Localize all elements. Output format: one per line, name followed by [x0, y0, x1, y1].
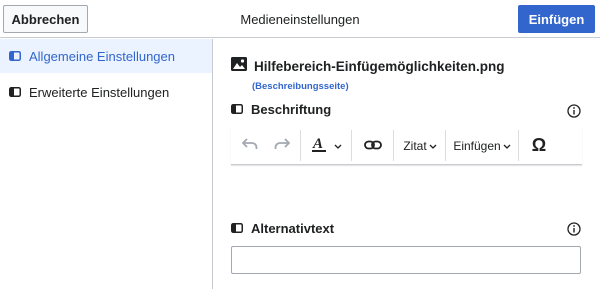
- dialog-title: Medieneinstellungen: [240, 11, 360, 27]
- panel-icon: [231, 221, 243, 236]
- caption-label: Beschriftung: [251, 102, 332, 117]
- image-icon: [231, 57, 247, 76]
- text-style-icon: A: [312, 136, 330, 155]
- cite-button[interactable]: Zitat: [397, 127, 443, 164]
- info-icon[interactable]: [567, 222, 581, 236]
- toolbar-separator: [351, 130, 352, 161]
- link-button[interactable]: [357, 127, 389, 164]
- caption-heading: Beschriftung: [231, 102, 331, 117]
- sidebar-item-general-settings[interactable]: Allgemeine Einstellungen: [0, 39, 212, 73]
- insert-menu-label: Einfügen: [453, 138, 501, 153]
- insert-menu-button[interactable]: Einfügen: [449, 127, 515, 164]
- alt-text-input[interactable]: [231, 246, 581, 274]
- redo-icon: [274, 138, 291, 153]
- omega-icon: Ω: [531, 135, 547, 155]
- chevron-down-icon: [429, 139, 437, 153]
- file-heading: Hilfebereich-Einfügemöglichkeiten.png: [231, 57, 505, 76]
- toolbar-separator: [518, 130, 519, 161]
- settings-sidebar: Allgemeine Einstellungen Erweiterte Eins…: [0, 39, 213, 289]
- link-icon: [364, 139, 382, 153]
- main-panel: Hilfebereich-Einfügemöglichkeiten.png (B…: [214, 39, 600, 289]
- alt-text-label: Alternativtext: [251, 221, 335, 236]
- description-page-link[interactable]: (Beschreibungsseite): [252, 81, 349, 92]
- redo-button[interactable]: [267, 127, 297, 164]
- chevron-down-icon: [503, 139, 511, 153]
- file-name: Hilfebereich-Einfügemöglichkeiten.png: [254, 59, 505, 74]
- sidebar-item-advanced-settings[interactable]: Erweiterte Einstellungen: [0, 75, 212, 109]
- dialog-header: Medieneinstellungen Abbrechen Einfügen: [0, 0, 600, 38]
- caption-toolbar: A Zitat Einfügen Ω: [231, 127, 582, 165]
- toolbar-separator: [300, 130, 301, 161]
- cancel-button[interactable]: Abbrechen: [3, 5, 88, 33]
- info-icon[interactable]: [567, 104, 581, 118]
- undo-button[interactable]: [235, 127, 265, 164]
- panel-icon: [9, 51, 21, 61]
- sidebar-item-label: Erweiterte Einstellungen: [29, 84, 170, 100]
- undo-icon: [241, 138, 258, 153]
- insert-button[interactable]: Einfügen: [518, 5, 595, 33]
- panel-icon: [9, 87, 21, 97]
- sidebar-item-label: Allgemeine Einstellungen: [29, 48, 175, 64]
- svg-text:A: A: [312, 136, 323, 152]
- toolbar-separator: [445, 130, 446, 161]
- cite-label: Zitat: [403, 138, 427, 153]
- toolbar-separator: [393, 130, 394, 161]
- chevron-down-icon: [334, 139, 342, 153]
- panel-icon: [231, 102, 243, 117]
- text-style-button[interactable]: A: [307, 127, 347, 164]
- alt-text-heading: Alternativtext: [231, 221, 334, 236]
- special-character-button[interactable]: Ω: [521, 127, 557, 164]
